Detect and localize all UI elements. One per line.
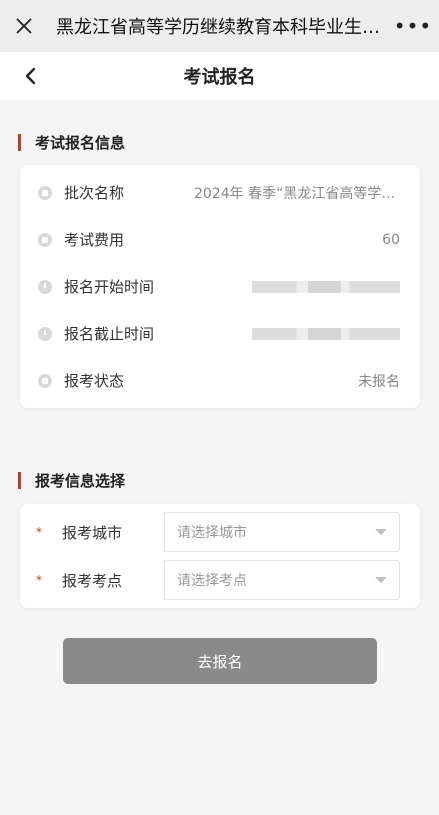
status-value: 未报名 [358,373,400,390]
select-label: 报考城市 [62,523,123,542]
info-label: 报考状态 [64,372,125,390]
status-icon [38,373,52,388]
back-icon[interactable] [20,64,40,88]
required-mark: * [36,573,42,587]
more-icon[interactable]: ••• [387,14,439,38]
info-value-redacted [194,326,400,342]
doc-icon [38,185,52,200]
select-placeholder: 请选择考点 [177,573,247,589]
section-accent-bar [18,134,21,151]
required-mark: * [36,525,42,539]
redacted-block [252,280,400,293]
exam-info-card: 批次名称 2024年 春季“黑龙江省高等学历继续教育本科毕业生学士学位外语考试”… [20,165,420,408]
info-row-batch: 批次名称 2024年 春季“黑龙江省高等学历继续教育本科毕业生学士学位外语考试” [20,169,420,216]
section-title-select: 报考信息选择 [0,470,125,491]
navbar: 考试报名 [0,52,439,100]
section-title-text: 报考信息选择 [35,472,126,490]
fee-icon [38,232,52,247]
info-label: 报名开始时间 [64,278,155,296]
select-label: 报考考点 [62,571,123,590]
city-select[interactable]: 请选择城市 [164,512,400,552]
info-row-start-time: 报名开始时间 [20,263,420,310]
info-value-redacted [194,279,400,295]
select-card: * 报考城市 请选择城市 * 报考考点 请选择考点 [20,504,420,608]
close-icon[interactable] [0,17,48,35]
info-value: 2024年 春季“黑龙江省高等学历继续教育本科毕业生学士学位外语考试” [194,185,400,202]
page: 考试报名 考试报名信息 批次名称 2024年 春季“黑龙江省高等学历继续教育本科… [0,52,439,815]
site-select[interactable]: 请选择考点 [164,560,400,600]
window-title: 黑龙江省高等学历继续教育本科毕业生学士学位外语考试 [56,17,387,38]
clock-icon [38,279,52,294]
clock-icon [38,326,52,341]
info-row-fee: 考试费用 60 [20,216,420,263]
select-row-site: * 报考考点 请选择考点 [20,556,420,604]
info-row-end-time: 报名截止时间 [20,310,420,357]
info-label: 报名截止时间 [64,325,155,343]
register-button[interactable]: 去报名 [63,638,377,684]
info-label: 考试费用 [64,231,125,249]
chevron-down-icon [375,577,387,583]
section-accent-bar [18,472,21,489]
info-label: 批次名称 [64,184,125,202]
window-titlebar: 黑龙江省高等学历继续教育本科毕业生学士学位外语考试 ••• [0,0,439,52]
info-row-status: 报考状态 未报名 [20,357,420,404]
page-title: 考试报名 [183,67,256,88]
info-value: 60 [382,231,400,248]
section-title-exam-info: 考试报名信息 [0,132,125,153]
section-title-text: 考试报名信息 [35,134,126,152]
redacted-block [252,327,400,340]
select-row-city: * 报考城市 请选择城市 [20,508,420,556]
select-placeholder: 请选择城市 [177,525,247,541]
chevron-down-icon [375,529,387,535]
